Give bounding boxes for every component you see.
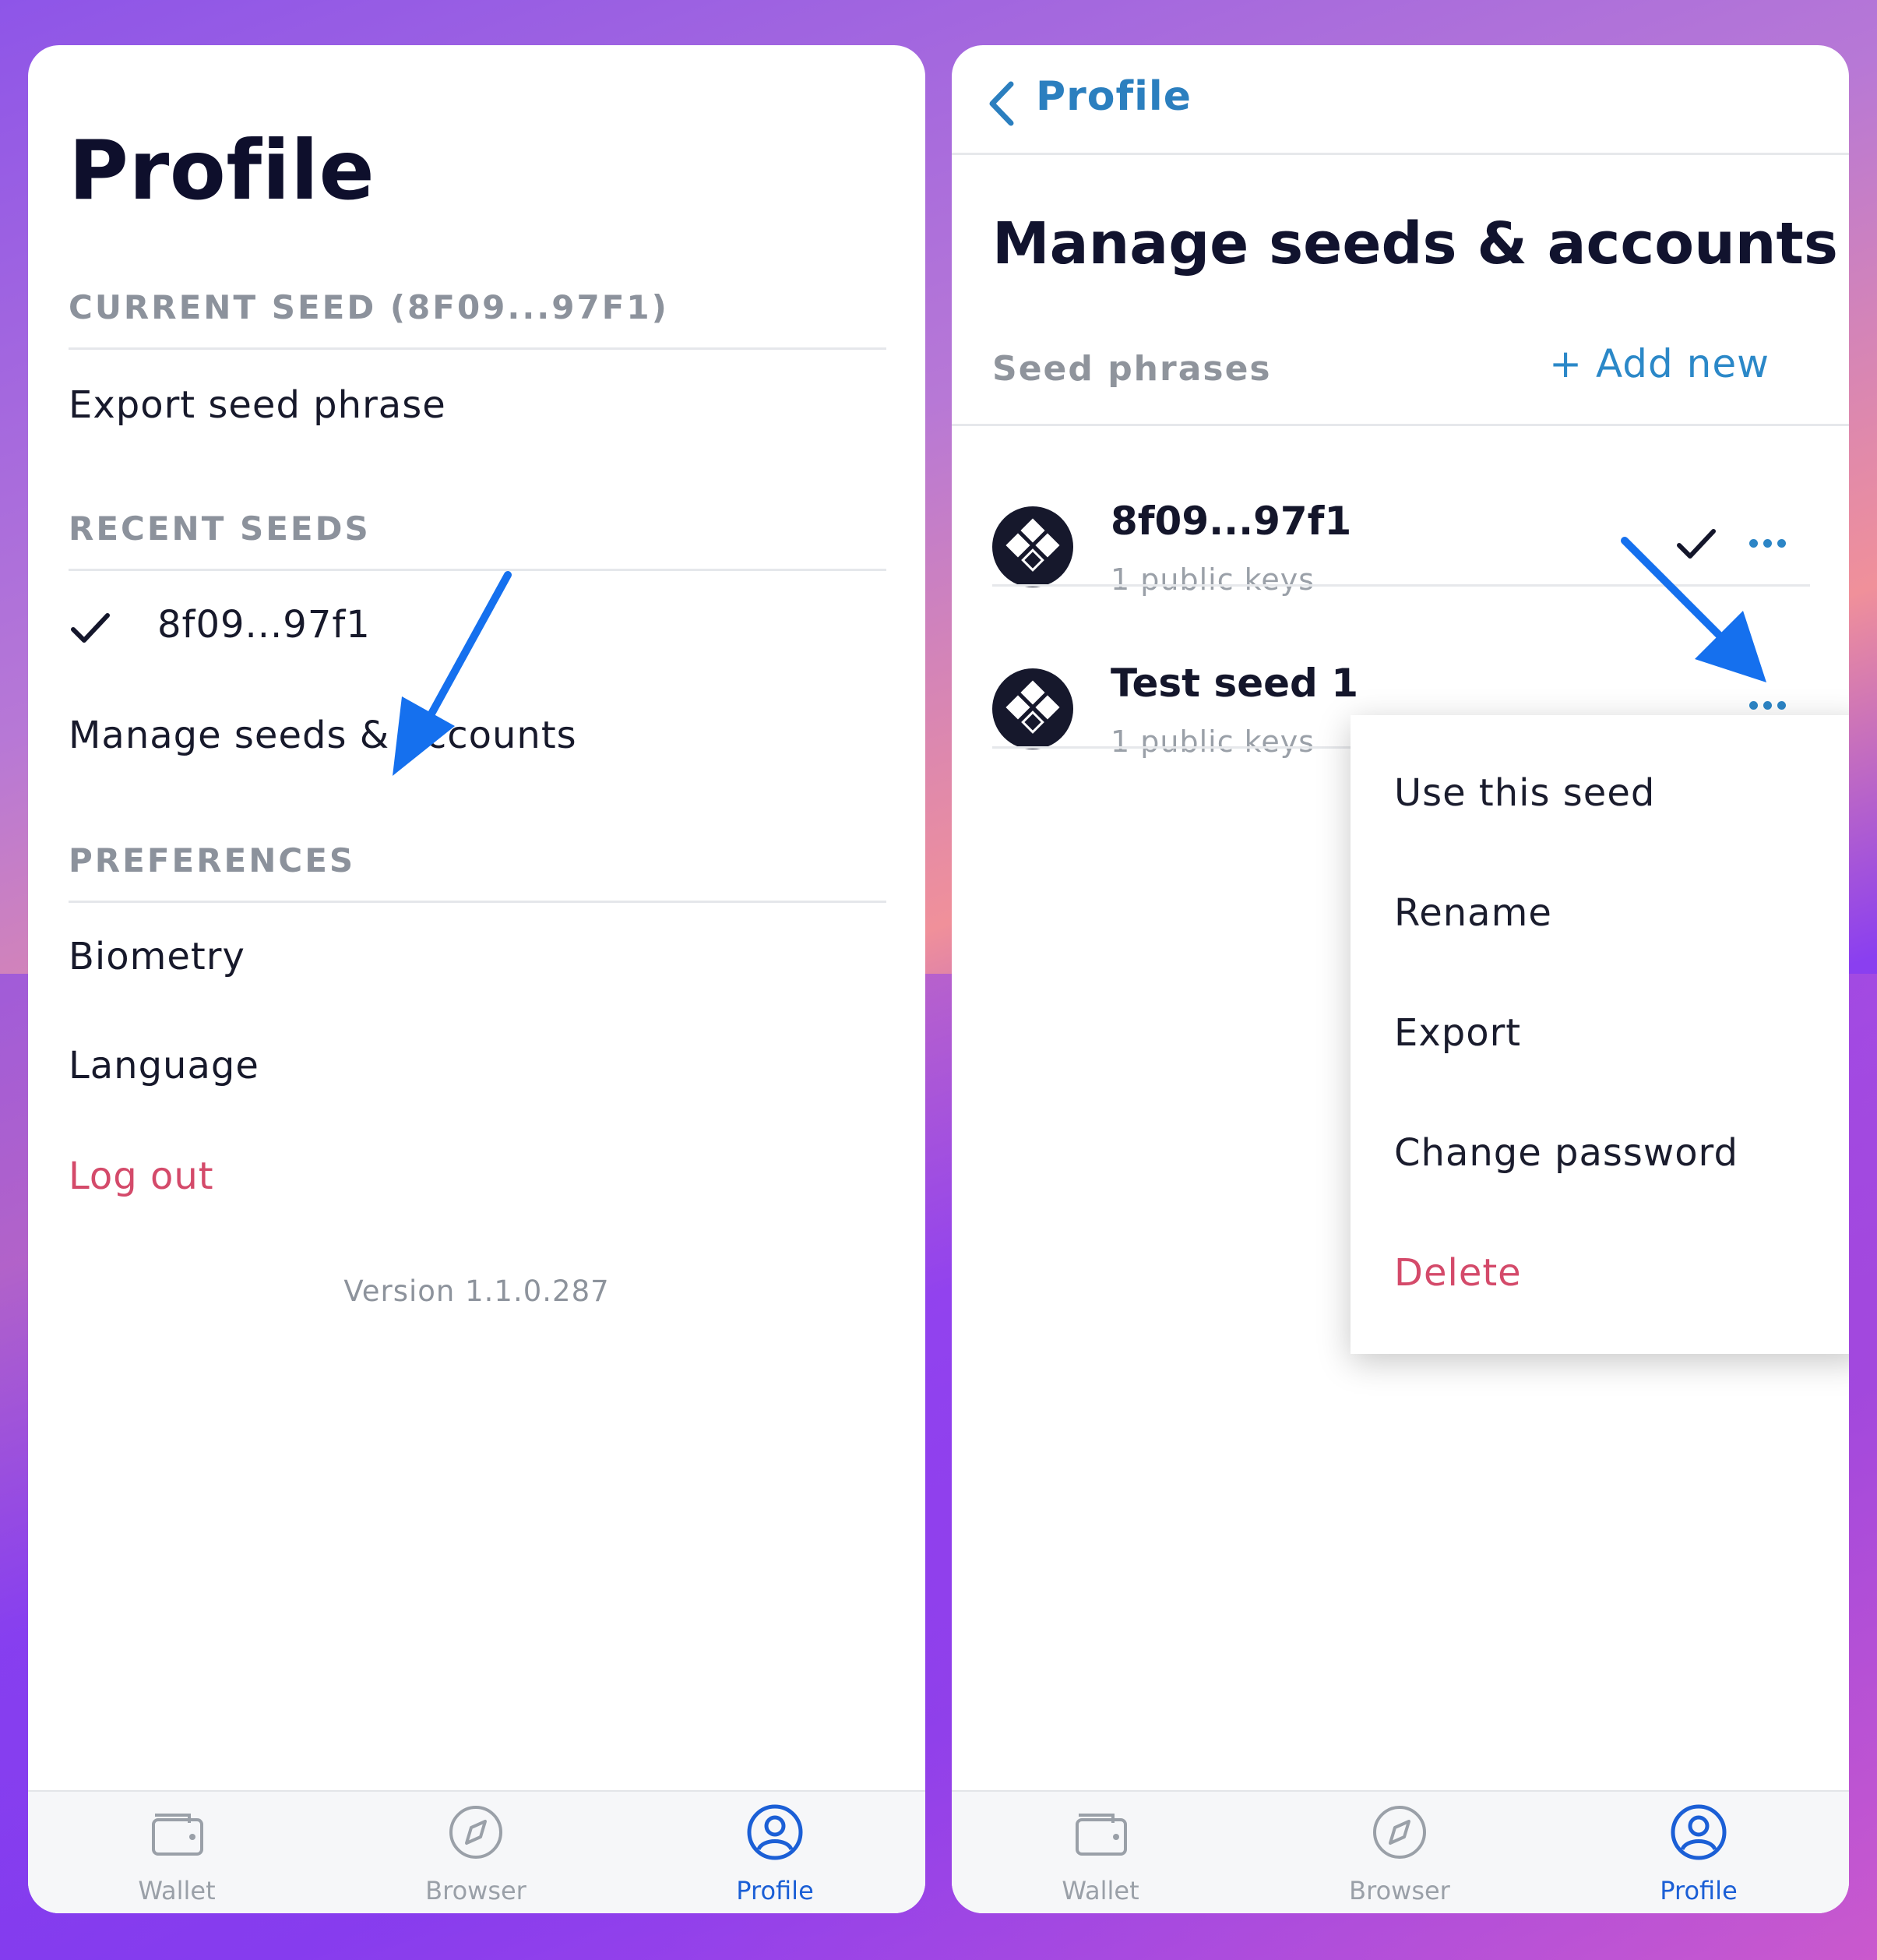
annotation-arrow (1621, 537, 1766, 682)
seed-avatar (992, 506, 1073, 587)
nav-browser[interactable]: Browser (390, 1792, 562, 1913)
profile-screen: Profile CURRENT SEED (8F09...97F1) Expor… (28, 45, 925, 1913)
seed-name: 8f09...97f1 (1111, 499, 1352, 544)
context-menu: Use this seed Rename Export Change passw… (1351, 715, 1849, 1354)
recent-seeds-header: RECENT SEEDS (69, 509, 371, 548)
divider (69, 347, 886, 350)
profile-icon (747, 1804, 803, 1860)
manage-seeds-screen: Profile Manage seeds & accounts Seed phr… (952, 45, 1849, 1913)
chevron-left-icon (989, 81, 1014, 126)
menu-item-delete[interactable]: Delete (1394, 1251, 1522, 1295)
seed-name: Test seed 1 (1111, 661, 1359, 706)
wallet-icon (152, 1814, 203, 1856)
nav-wallet[interactable]: Wallet (1015, 1792, 1186, 1913)
compass-icon (449, 1806, 502, 1859)
menu-item-use-this-seed[interactable]: Use this seed (1394, 771, 1655, 815)
nav-label: Profile (736, 1876, 814, 1905)
seed-subtitle: 1 public keys (1111, 724, 1315, 759)
compass-icon (1373, 1806, 1426, 1859)
biometry-item[interactable]: Biometry (69, 935, 245, 978)
log-out-item[interactable]: Log out (69, 1154, 214, 1198)
page-title: Manage seeds & accounts (992, 210, 1838, 277)
seed-logo-icon (1005, 518, 1060, 572)
nav-label: Wallet (138, 1876, 216, 1905)
nav-label: Wallet (1062, 1876, 1139, 1905)
menu-item-change-password[interactable]: Change password (1394, 1131, 1738, 1175)
export-seed-phrase-item[interactable]: Export seed phrase (69, 383, 446, 427)
bottom-nav: Wallet Browser Profile (28, 1790, 925, 1913)
nav-label: Browser (425, 1876, 526, 1905)
nav-label: Browser (1349, 1876, 1450, 1905)
nav-profile[interactable]: Profile (689, 1792, 861, 1913)
divider (952, 153, 1849, 155)
current-seed-header: CURRENT SEED (8F09...97F1) (69, 288, 669, 326)
preferences-header: PREFERENCES (69, 841, 356, 880)
add-new-button[interactable]: + Add new (1549, 341, 1770, 386)
seed-logo-icon (1005, 680, 1060, 734)
nav-label: Profile (1660, 1876, 1738, 1905)
language-item[interactable]: Language (69, 1044, 259, 1088)
page-title: Profile (69, 123, 375, 218)
menu-item-export[interactable]: Export (1394, 1011, 1521, 1055)
annotation-arrow (393, 571, 512, 776)
nav-wallet[interactable]: Wallet (91, 1792, 262, 1913)
version-text: Version 1.1.0.287 (343, 1274, 610, 1308)
recent-seed-name: 8f09...97f1 (157, 603, 371, 647)
wallet-icon (1076, 1814, 1127, 1856)
back-label[interactable]: Profile (1036, 73, 1192, 120)
divider (952, 424, 1849, 426)
bottom-nav: Wallet Browser Profile (952, 1790, 1849, 1913)
divider (69, 901, 886, 903)
seed-avatar (992, 668, 1073, 749)
nav-profile[interactable]: Profile (1613, 1792, 1784, 1913)
menu-item-rename[interactable]: Rename (1394, 891, 1552, 935)
seed-phrases-label: Seed phrases (992, 349, 1272, 389)
nav-browser[interactable]: Browser (1314, 1792, 1485, 1913)
profile-icon (1671, 1804, 1727, 1860)
check-icon (71, 613, 110, 643)
